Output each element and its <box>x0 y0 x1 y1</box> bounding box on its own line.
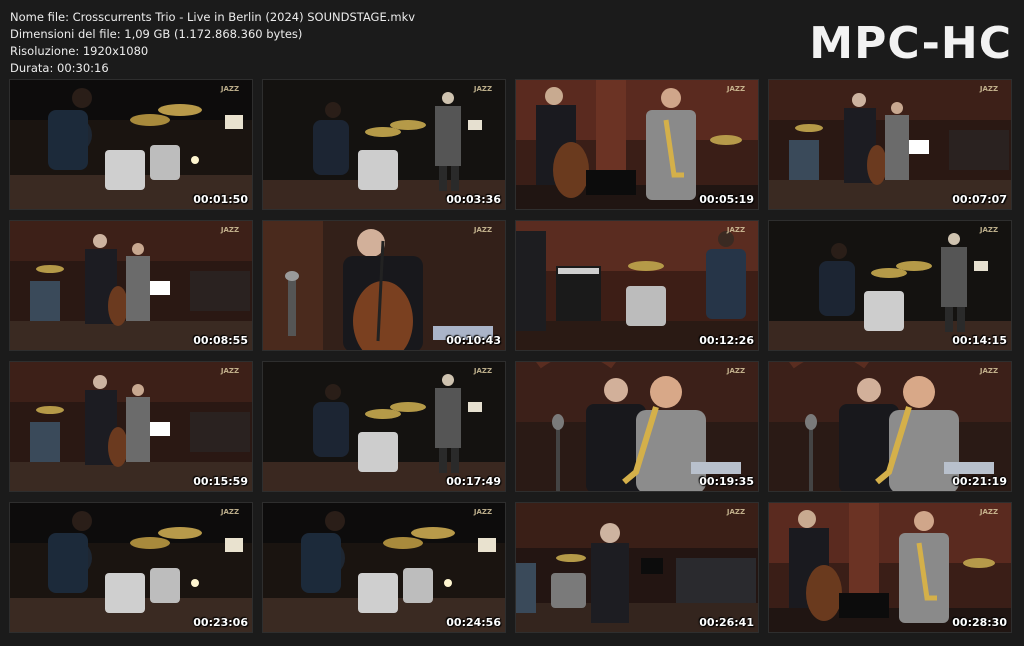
timestamp: 00:14:15 <box>952 334 1007 347</box>
jazz-watermark: JAZZ <box>220 367 240 375</box>
jazz-watermark: JAZZ <box>979 367 999 375</box>
mpc-hc-logo: MPC-HC <box>809 18 1012 69</box>
file-name: Nome file: Crosscurrents Trio - Live in … <box>10 10 416 24</box>
timestamp: 00:08:55 <box>193 334 248 347</box>
video-thumbnail: JAZZ 00:23:06 <box>9 502 253 633</box>
jazz-watermark: JAZZ <box>473 508 493 516</box>
timestamp: 00:17:49 <box>446 475 501 488</box>
timestamp: 00:12:26 <box>699 334 754 347</box>
video-thumbnail: JAZZ 00:12:26 <box>515 220 759 351</box>
timestamp: 00:10:43 <box>446 334 501 347</box>
jazz-watermark: JAZZ <box>726 367 746 375</box>
video-thumbnail: JAZZ 00:15:59 <box>9 361 253 492</box>
timestamp: 00:19:35 <box>699 475 754 488</box>
timestamp: 00:03:36 <box>446 193 501 206</box>
video-thumbnail: JAZZ 00:19:35 <box>515 361 759 492</box>
jazz-watermark: JAZZ <box>220 85 240 93</box>
jazz-watermark: JAZZ <box>473 226 493 234</box>
timestamp: 00:24:56 <box>446 616 501 629</box>
timestamp: 00:28:30 <box>952 616 1007 629</box>
video-thumbnail: JAZZ 00:01:50 <box>9 79 253 210</box>
timestamp: 00:05:19 <box>699 193 754 206</box>
video-thumbnail: JAZZ 00:24:56 <box>262 502 506 633</box>
jazz-watermark: JAZZ <box>220 508 240 516</box>
jazz-watermark: JAZZ <box>473 367 493 375</box>
duration: Durata: 00:30:16 <box>10 61 109 75</box>
file-size: Dimensioni del file: 1,09 GB (1.172.868.… <box>10 27 303 41</box>
timestamp: 00:15:59 <box>193 475 248 488</box>
timestamp: 00:07:07 <box>952 193 1007 206</box>
jazz-watermark: JAZZ <box>726 508 746 516</box>
timestamp: 00:26:41 <box>699 616 754 629</box>
jazz-watermark: JAZZ <box>726 85 746 93</box>
timestamp: 00:21:19 <box>952 475 1007 488</box>
video-thumbnail: JAZZ 00:10:43 <box>262 220 506 351</box>
video-thumbnail: JAZZ 00:07:07 <box>768 79 1012 210</box>
video-thumbnail: JAZZ 00:05:19 <box>515 79 759 210</box>
thumbnail-grid: JAZZ 00:01:50 JAZZ 00:03:36 JAZZ 00:05:19 <box>9 79 1013 639</box>
video-thumbnail: JAZZ 00:08:55 <box>9 220 253 351</box>
video-thumbnail: JAZZ 00:14:15 <box>768 220 1012 351</box>
resolution: Risoluzione: 1920x1080 <box>10 44 149 58</box>
jazz-watermark: JAZZ <box>979 85 999 93</box>
jazz-watermark: JAZZ <box>726 226 746 234</box>
jazz-watermark: JAZZ <box>220 226 240 234</box>
jazz-watermark: JAZZ <box>979 226 999 234</box>
file-info: Nome file: Crosscurrents Trio - Live in … <box>10 9 415 77</box>
video-thumbnail: JAZZ 00:17:49 <box>262 361 506 492</box>
video-thumbnail: JAZZ 00:28:30 <box>768 502 1012 633</box>
video-thumbnail: JAZZ 00:21:19 <box>768 361 1012 492</box>
video-thumbnail: JAZZ 00:26:41 <box>515 502 759 633</box>
timestamp: 00:01:50 <box>193 193 248 206</box>
jazz-watermark: JAZZ <box>473 85 493 93</box>
timestamp: 00:23:06 <box>193 616 248 629</box>
video-thumbnail: JAZZ 00:03:36 <box>262 79 506 210</box>
jazz-watermark: JAZZ <box>979 508 999 516</box>
